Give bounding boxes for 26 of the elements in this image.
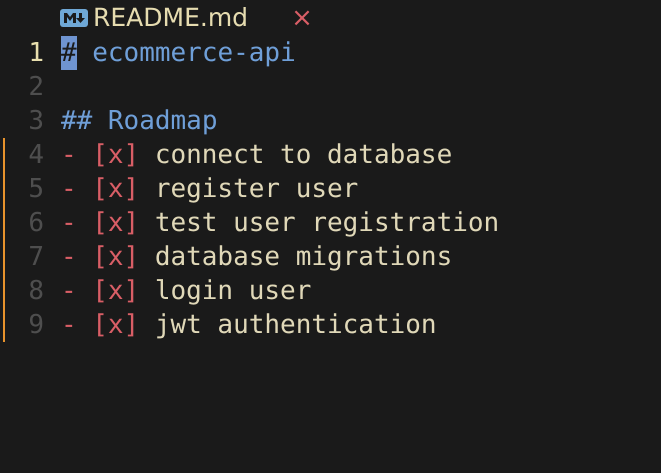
checkbox-mark: [x] xyxy=(92,309,140,342)
list-bullet: - xyxy=(61,309,77,342)
task-text: connect to database xyxy=(154,139,452,172)
list-bullet: - xyxy=(61,241,77,274)
heading-marker: # xyxy=(61,36,77,70)
task-text: database migrations xyxy=(154,241,452,274)
heading-text: Roadmap xyxy=(108,105,218,138)
task-text: login user xyxy=(154,275,312,308)
checkbox-mark: [x] xyxy=(92,275,140,308)
task-text: test user registration xyxy=(154,207,500,240)
list-bullet: - xyxy=(61,173,77,206)
heading-text: ecommerce-api xyxy=(92,37,296,70)
tab-title[interactable]: README.md xyxy=(93,0,248,36)
markdown-icon xyxy=(60,9,88,27)
list-bullet: - xyxy=(61,275,77,308)
checkbox-mark: [x] xyxy=(92,207,140,240)
list-bullet: - xyxy=(61,139,77,172)
task-text: register user xyxy=(154,173,358,206)
checkbox-mark: [x] xyxy=(92,139,140,172)
heading-marker: ## xyxy=(61,105,92,138)
checkbox-mark: [x] xyxy=(92,173,140,206)
line-number: 1 xyxy=(27,37,44,70)
close-icon[interactable]: × xyxy=(291,0,313,36)
checkbox-mark: [x] xyxy=(92,241,140,274)
task-text: jwt authentication xyxy=(154,309,437,342)
list-bullet: - xyxy=(61,207,77,240)
